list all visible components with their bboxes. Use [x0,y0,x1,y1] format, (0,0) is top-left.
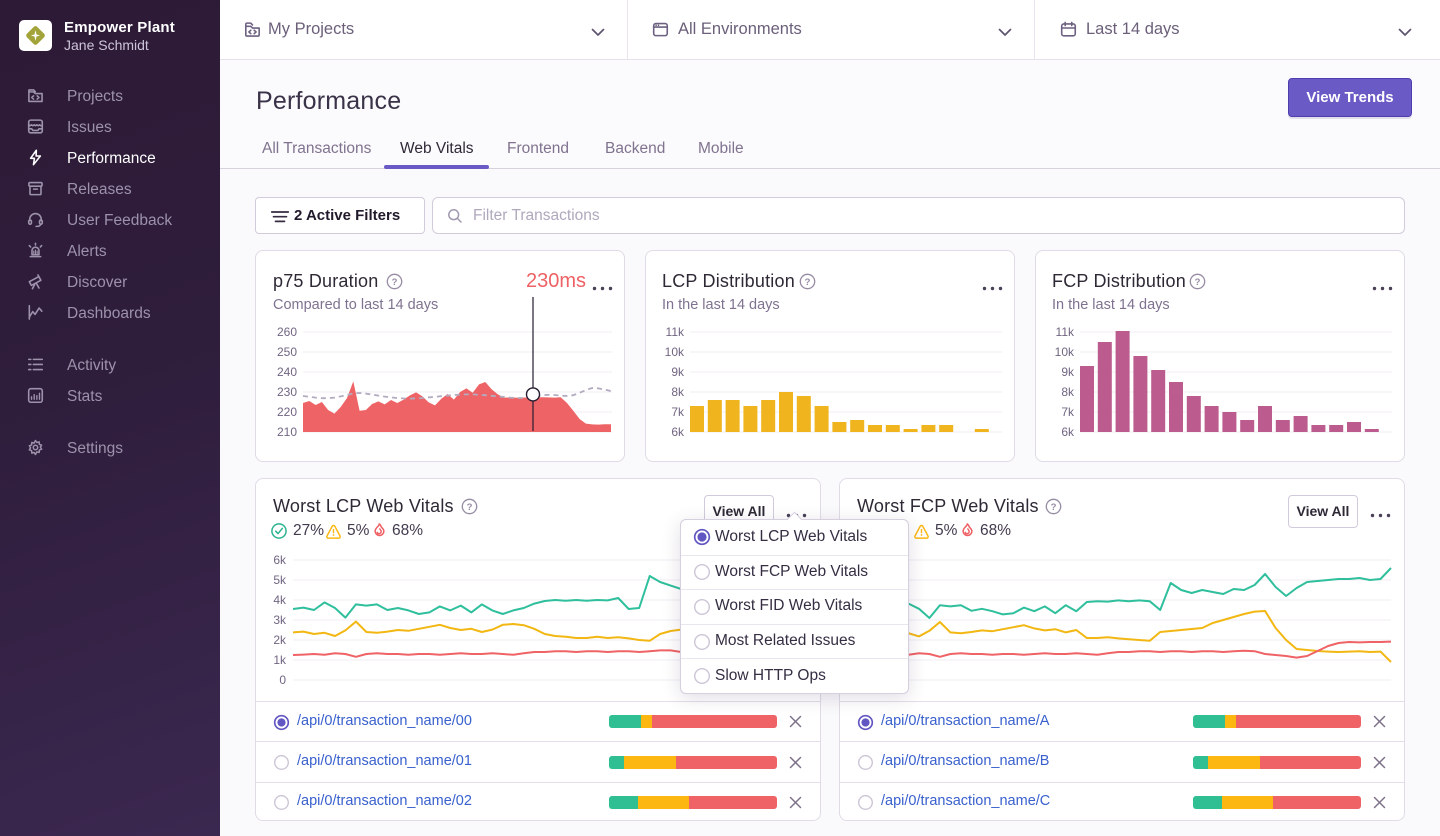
svg-text:8k: 8k [1061,385,1075,399]
svg-text:9k: 9k [1061,365,1075,379]
svg-text:9k: 9k [671,365,685,379]
svg-text:230: 230 [277,385,297,399]
svg-text:?: ? [1051,502,1057,513]
svg-text:260: 260 [277,325,297,339]
svg-text:220: 220 [277,405,297,419]
svg-text:10k: 10k [665,345,685,359]
svg-text:2k: 2k [273,633,287,647]
svg-text:11k: 11k [666,325,685,339]
svg-text:5k: 5k [273,573,287,587]
svg-text:210: 210 [277,425,297,439]
svg-text:1k: 1k [273,653,287,667]
svg-text:7k: 7k [671,405,685,419]
svg-text:4k: 4k [273,593,287,607]
svg-text:6k: 6k [273,553,287,567]
svg-text:0: 0 [279,673,286,687]
svg-text:?: ? [467,502,473,513]
svg-text:7k: 7k [1061,405,1075,419]
svg-text:250: 250 [277,345,297,359]
svg-text:240: 240 [277,365,297,379]
svg-text:10k: 10k [1055,345,1075,359]
svg-text:3k: 3k [273,613,287,627]
svg-text:6k: 6k [1061,425,1075,439]
svg-text:6k: 6k [671,425,685,439]
svg-text:8k: 8k [671,385,685,399]
svg-text:11k: 11k [1056,325,1075,339]
